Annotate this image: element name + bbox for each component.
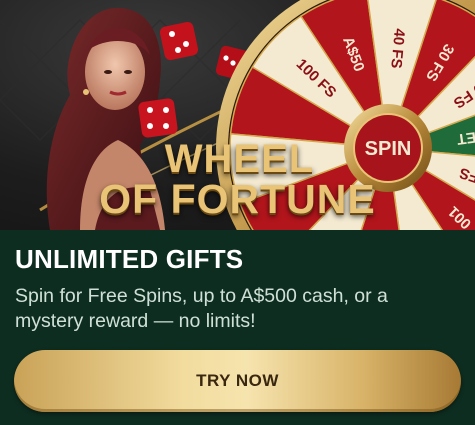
dice-1 xyxy=(159,21,199,61)
promo-description: Spin for Free Spins, up to A$500 cash, o… xyxy=(15,285,388,332)
banner-title-line2: OF FORTUNE xyxy=(99,176,376,222)
promo-card: 100 FSA$5040 FS30 FS20 FSSECRET150 FS001… xyxy=(0,0,475,425)
try-now-button[interactable]: TRY NOW xyxy=(14,350,461,412)
promo-banner: 100 FSA$5040 FS30 FS20 FSSECRET150 FS001… xyxy=(0,0,475,230)
promo-headline: UNLIMITED GIFTS xyxy=(15,244,244,274)
promo-content: UNLIMITED GIFTS Spin for Free Spins, up … xyxy=(0,230,475,425)
dice-3 xyxy=(138,98,178,138)
wheel-segment-label: 40 FS xyxy=(387,28,408,69)
